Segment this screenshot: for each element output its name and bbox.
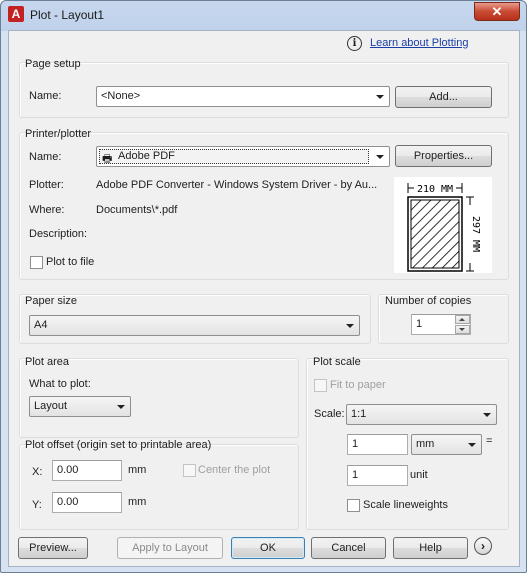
- offset-x-unit: mm: [128, 464, 147, 476]
- expand-options-icon[interactable]: ›: [474, 537, 492, 555]
- spin-down-icon[interactable]: [455, 325, 470, 334]
- help-button[interactable]: Help: [393, 537, 468, 559]
- scale-units-value: mm: [416, 438, 435, 450]
- offset-x-label: X:: [32, 466, 43, 478]
- cancel-button[interactable]: Cancel: [311, 537, 386, 559]
- chevron-down-icon: [117, 405, 125, 409]
- plot-to-file-checkbox[interactable]: [30, 256, 43, 269]
- offset-y-value: 0.00: [57, 496, 79, 508]
- info-icon: i: [347, 36, 362, 51]
- center-plot-checkbox[interactable]: [183, 464, 196, 477]
- fit-to-paper-checkbox[interactable]: [314, 379, 327, 392]
- scale-units-dropdown[interactable]: mm: [411, 434, 482, 455]
- chevron-down-icon: [468, 443, 476, 447]
- spin-up-icon[interactable]: [455, 315, 470, 324]
- fit-to-paper-label: Fit to paper: [330, 379, 386, 391]
- what-to-plot-value: Layout: [34, 400, 68, 412]
- printer-name-value: Adobe PDF: [118, 150, 175, 162]
- description-label: Description:: [29, 228, 88, 240]
- paper-preview: 210 MM 297 MM: [394, 177, 492, 273]
- scale-value2: 1: [352, 469, 359, 481]
- plot-dialog: A Plot - Layout1 ✕ i Learn about Plottin…: [0, 0, 527, 573]
- page-setup-label: Page setup: [25, 58, 81, 70]
- copies-label: Number of copies: [385, 295, 472, 307]
- offset-y-label: Y:: [32, 499, 42, 511]
- scale-lineweights-label: Scale lineweights: [363, 499, 448, 511]
- learn-about-plotting-link[interactable]: Learn about Plotting: [370, 37, 468, 49]
- paper-size-dropdown[interactable]: A4: [29, 315, 360, 336]
- paper-width-text: 210 MM: [417, 184, 453, 195]
- preview-button[interactable]: Preview...: [18, 537, 88, 559]
- paper-size-value: A4: [34, 319, 48, 331]
- where-value: Documents\*.pdf: [96, 204, 178, 216]
- scale-value: 1:1: [351, 408, 367, 420]
- printer-properties-button[interactable]: Properties...: [395, 145, 492, 167]
- close-button[interactable]: ✕: [474, 2, 520, 21]
- where-label: Where:: [29, 204, 65, 216]
- paper-size-label: Paper size: [25, 295, 77, 307]
- scale-value1-input[interactable]: 1: [347, 434, 408, 455]
- chevron-down-icon: [376, 155, 384, 159]
- plot-offset-label: Plot offset (origin set to printable are…: [25, 439, 212, 451]
- chevron-down-icon: [483, 413, 491, 417]
- plot-area-label: Plot area: [25, 356, 70, 368]
- paper-height-text: 297 MM: [470, 216, 481, 252]
- scale-lineweights-checkbox[interactable]: [347, 499, 360, 512]
- window-title: Plot - Layout1: [30, 8, 105, 22]
- ok-button[interactable]: OK: [231, 537, 305, 559]
- add-page-setup-button[interactable]: Add...: [395, 86, 492, 108]
- center-plot-label: Center the plot: [198, 464, 271, 476]
- page-setup-name-value: <None>: [101, 90, 141, 102]
- copies-spinner[interactable]: [455, 315, 470, 334]
- page-setup-name-dropdown[interactable]: <None>: [96, 86, 390, 107]
- scale-dropdown[interactable]: 1:1: [346, 404, 497, 425]
- title-bar: A Plot - Layout1 ✕: [1, 1, 526, 29]
- plot-offset-group: [19, 444, 299, 530]
- paper-preview-drawing: 210 MM 297 MM: [407, 182, 481, 272]
- page-setup-name-label: Name:: [29, 90, 62, 102]
- copies-value: 1: [416, 318, 423, 330]
- dialog-body: i Learn about Plotting Page setup Name: …: [8, 30, 520, 567]
- plotter-value: Adobe PDF Converter - Windows System Dri…: [96, 179, 378, 191]
- autocad-app-icon: A: [8, 6, 24, 22]
- offset-x-value: 0.00: [57, 464, 79, 476]
- scale-unit-label: unit: [410, 469, 428, 481]
- apply-to-layout-button[interactable]: Apply to Layout: [117, 537, 223, 559]
- offset-x-input[interactable]: 0.00: [52, 460, 122, 481]
- plot-to-file-label: Plot to file: [46, 256, 95, 268]
- what-to-plot-dropdown[interactable]: Layout: [29, 396, 131, 417]
- equals-sign: =: [486, 435, 493, 447]
- scale-value1: 1: [352, 438, 359, 450]
- chevron-down-icon: [346, 324, 354, 328]
- printer-icon: 🖶: [102, 153, 113, 165]
- printer-name-dropdown[interactable]: 🖶 Adobe PDF: [96, 146, 390, 167]
- offset-y-unit: mm: [128, 496, 147, 508]
- chevron-down-icon: [376, 95, 384, 99]
- printer-plotter-label: Printer/plotter: [25, 128, 92, 140]
- plotter-label: Plotter:: [29, 179, 64, 191]
- printer-name-label: Name:: [29, 151, 62, 163]
- scale-label: Scale:: [314, 408, 345, 420]
- plot-scale-label: Plot scale: [313, 356, 361, 368]
- offset-y-input[interactable]: 0.00: [52, 492, 122, 513]
- scale-value2-input[interactable]: 1: [347, 465, 408, 486]
- what-to-plot-label: What to plot:: [29, 378, 91, 390]
